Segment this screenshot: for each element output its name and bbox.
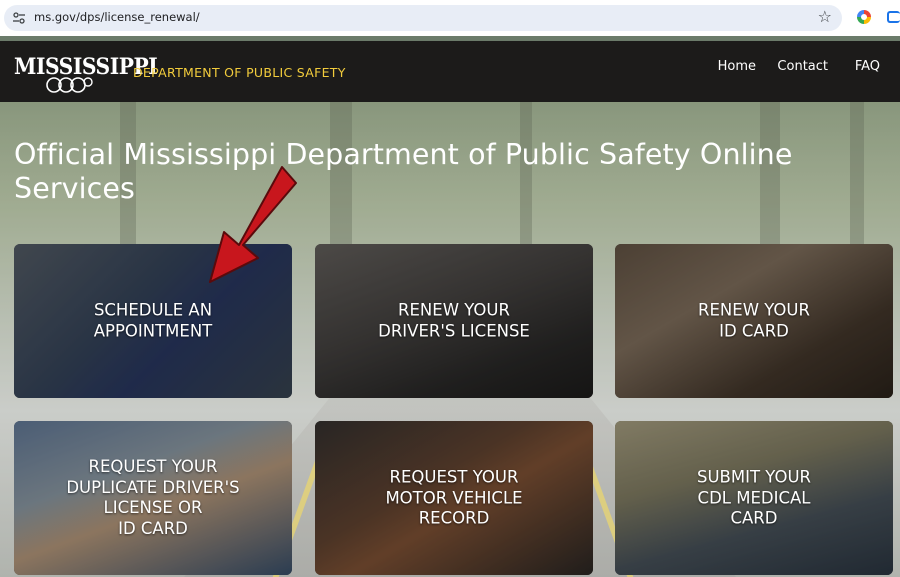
nav-faq-link[interactable]: FAQ — [855, 59, 880, 74]
card-label: REQUEST YOUR MOTOR VEHICLE RECORD — [385, 467, 523, 528]
card-submit-cdl-medical-card[interactable]: SUBMIT YOUR CDL MEDICAL CARD — [615, 421, 893, 575]
nav-home-link[interactable]: Home — [718, 59, 756, 74]
side-panel-icon[interactable] — [887, 11, 900, 23]
logo-rings-icon — [46, 77, 93, 93]
card-label: REQUEST YOUR DUPLICATE DRIVER'S LICENSE … — [66, 457, 240, 538]
card-renew-drivers-license[interactable]: RENEW YOUR DRIVER'S LICENSE — [315, 244, 593, 398]
browser-toolbar: ms.gov/dps/license_renewal/ ☆ — [0, 0, 900, 36]
site-info-icon[interactable] — [12, 11, 26, 25]
card-request-duplicate-license[interactable]: REQUEST YOUR DUPLICATE DRIVER'S LICENSE … — [14, 421, 292, 575]
url-text[interactable]: ms.gov/dps/license_renewal/ — [34, 10, 200, 24]
hero-section: Official Mississippi Department of Publi… — [0, 102, 900, 577]
address-bar[interactable]: ms.gov/dps/license_renewal/ ☆ — [4, 5, 842, 31]
card-request-motor-vehicle-record[interactable]: REQUEST YOUR MOTOR VEHICLE RECORD — [315, 421, 593, 575]
card-label: RENEW YOUR ID CARD — [698, 300, 810, 341]
site-header: MISSISSIPPI DEPARTMENT OF PUBLIC SAFETY … — [0, 41, 900, 102]
card-label: SCHEDULE AN APPOINTMENT — [93, 300, 213, 341]
card-label: SUBMIT YOUR CDL MEDICAL CARD — [696, 467, 811, 528]
page-title: Official Mississippi Department of Publi… — [14, 138, 793, 205]
card-renew-id-card[interactable]: RENEW YOUR ID CARD — [615, 244, 893, 398]
nav-contact-link[interactable]: Contact — [777, 59, 828, 74]
card-label: RENEW YOUR DRIVER'S LICENSE — [378, 300, 530, 341]
department-name: DEPARTMENT OF PUBLIC SAFETY — [133, 65, 346, 80]
star-icon[interactable]: ☆ — [818, 8, 832, 26]
extension-icon[interactable] — [857, 10, 871, 24]
card-schedule-appointment[interactable]: SCHEDULE AN APPOINTMENT — [14, 244, 292, 398]
